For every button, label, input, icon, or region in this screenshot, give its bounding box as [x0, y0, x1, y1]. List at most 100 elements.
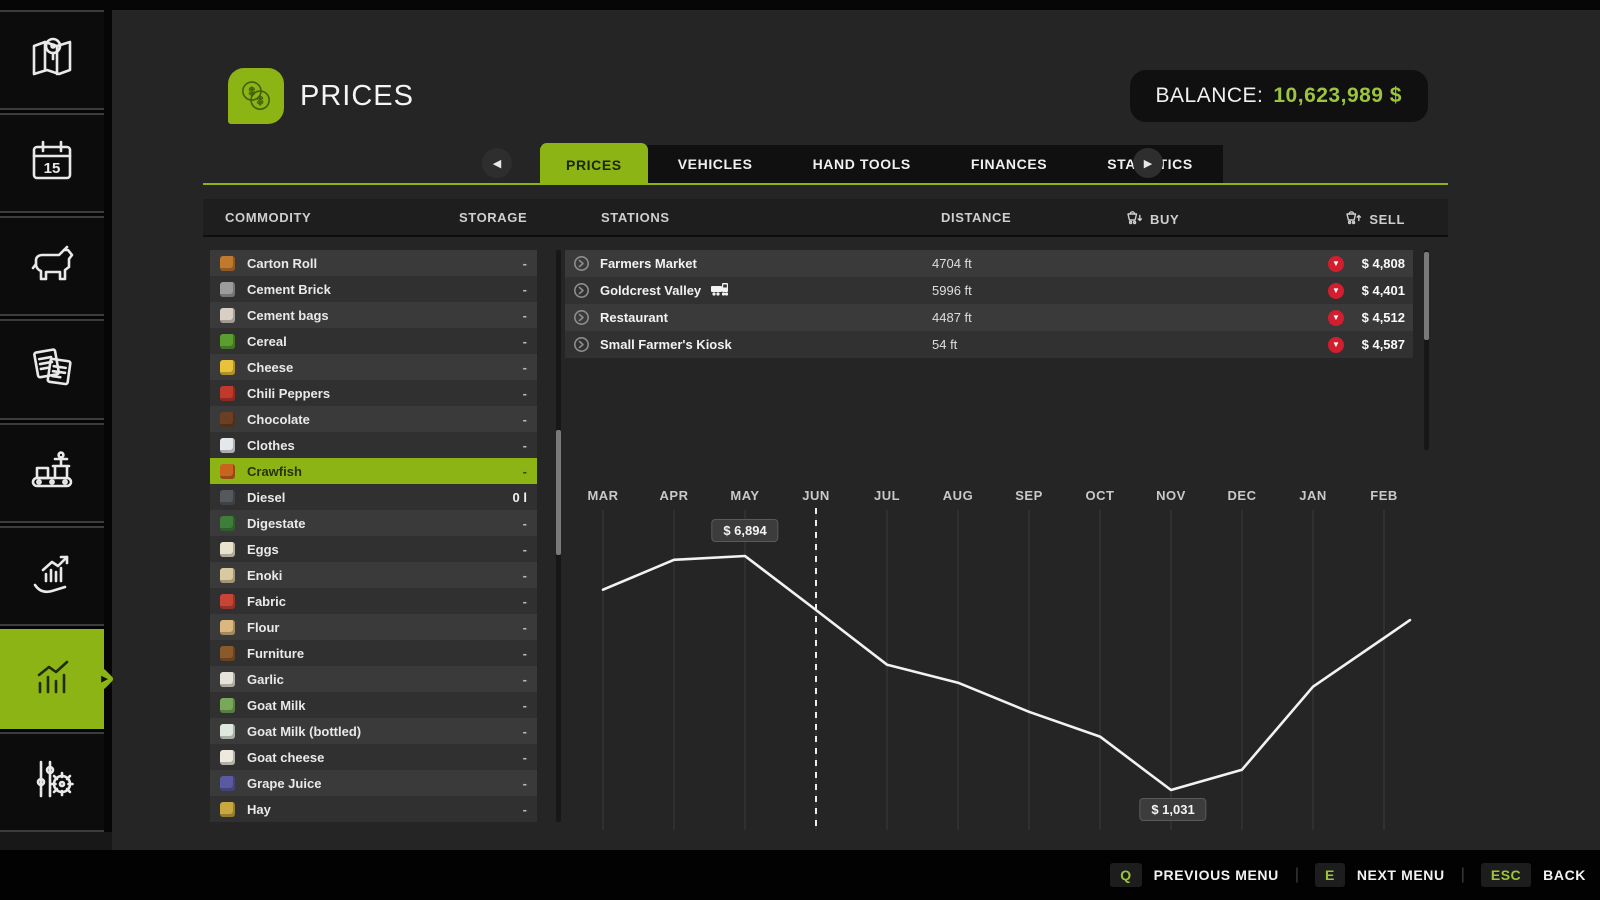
- commodity-label: Goat cheese: [247, 750, 324, 765]
- month-label-apr: APR: [660, 488, 689, 503]
- commodity-storage-value: -: [523, 360, 527, 375]
- commodity-row-crawfish[interactable]: Crawfish-: [210, 458, 537, 484]
- tab-finances[interactable]: FINANCES: [941, 145, 1077, 183]
- tab-vehicles[interactable]: VEHICLES: [648, 145, 783, 183]
- tabs-prev-button[interactable]: ◀: [482, 148, 512, 178]
- sidebar-item-prices[interactable]: ▶: [0, 629, 104, 729]
- commodity-row-furniture[interactable]: Furniture -: [210, 640, 537, 666]
- tab-prices[interactable]: PRICES: [540, 143, 648, 185]
- station-marker-icon: [573, 282, 590, 299]
- sidebar-item-animals[interactable]: [0, 216, 104, 316]
- commodity-label: Furniture: [247, 646, 304, 661]
- station-name: Goldcrest Valley: [600, 282, 932, 299]
- commodity-row-goat-milk-bottled[interactable]: Goat Milk (bottled)-: [210, 718, 537, 744]
- station-scrollbar-thumb[interactable]: [1424, 252, 1429, 340]
- tab-hand-tools[interactable]: HAND TOOLS: [783, 145, 941, 183]
- station-row-small-farmer-s-kiosk[interactable]: Small Farmer's Kiosk54 ft▼$ 4,587: [565, 331, 1413, 358]
- back-label[interactable]: BACK: [1543, 867, 1586, 883]
- sell-cart-icon: [1345, 210, 1362, 228]
- station-row-farmers-market[interactable]: Farmers Market4704 ft▼$ 4,808: [565, 250, 1413, 277]
- commodity-storage-value: -: [523, 334, 527, 349]
- sidebar-gap: [104, 10, 112, 832]
- map-icon: [24, 30, 80, 91]
- tab-underline: [203, 183, 1448, 185]
- commodity-row-chocolate[interactable]: Chocolate-: [210, 406, 537, 432]
- commodity-label: Digestate: [247, 516, 306, 531]
- balance-label: BALANCE:: [1156, 84, 1264, 108]
- column-storage: STORAGE: [459, 210, 527, 225]
- commodity-label: Cement Brick: [247, 282, 331, 297]
- svg-text:$: $: [249, 86, 255, 98]
- digestate-icon: [220, 516, 235, 531]
- garlic-icon: [220, 672, 235, 687]
- prices-chart-icon: [24, 648, 80, 709]
- commodity-row-goat-milk[interactable]: Goat Milk-: [210, 692, 537, 718]
- sidebar-item-settings[interactable]: [0, 732, 104, 832]
- station-sell-price: ▼$ 4,587: [1328, 337, 1405, 353]
- eggs-icon: [220, 542, 235, 557]
- tabs-next-button[interactable]: ▶: [1133, 148, 1163, 178]
- commodity-row-eggs[interactable]: Eggs-: [210, 536, 537, 562]
- commodity-row-cheese[interactable]: Cheese-: [210, 354, 537, 380]
- commodity-row-hay[interactable]: Hay-: [210, 796, 537, 822]
- sidebar-item-contracts[interactable]: [0, 319, 104, 419]
- commodity-row-flour[interactable]: Flour-: [210, 614, 537, 640]
- sidebar-item-finances[interactable]: [0, 526, 104, 626]
- commodity-label: Grape Juice: [247, 776, 321, 791]
- carton-roll-icon: [220, 256, 235, 271]
- previous-menu-label[interactable]: PREVIOUS MENU: [1154, 867, 1279, 883]
- station-distance: 54 ft: [932, 337, 1328, 352]
- station-name: Small Farmer's Kiosk: [600, 337, 932, 352]
- month-label-may: MAY: [730, 488, 759, 503]
- commodity-row-cement-brick[interactable]: Cement Brick-: [210, 276, 537, 302]
- commodity-row-chili-peppers[interactable]: Chili Peppers-: [210, 380, 537, 406]
- grape-juice-icon: [220, 776, 235, 791]
- commodity-row-grape-juice[interactable]: Grape Juice-: [210, 770, 537, 796]
- commodity-label: Hay: [247, 802, 271, 817]
- commodity-scrollbar-thumb[interactable]: [556, 430, 561, 555]
- commodity-row-cereal[interactable]: Cereal-: [210, 328, 537, 354]
- cereal-icon: [220, 334, 235, 349]
- commodity-label: Flour: [247, 620, 280, 635]
- station-list: Farmers Market4704 ft▼$ 4,808Goldcrest V…: [565, 250, 1413, 358]
- commodity-label: Garlic: [247, 672, 284, 687]
- chart-min-label: $ 1,031: [1139, 798, 1206, 821]
- station-marker-icon: [573, 255, 590, 272]
- sidebar-item-map[interactable]: [0, 10, 104, 110]
- commodity-row-garlic[interactable]: Garlic-: [210, 666, 537, 692]
- station-row-goldcrest-valley[interactable]: Goldcrest Valley5996 ft▼$ 4,401: [565, 277, 1413, 304]
- chili-peppers-icon: [220, 386, 235, 401]
- cow-icon: [24, 236, 80, 297]
- commodity-row-diesel[interactable]: Diesel0 l: [210, 484, 537, 510]
- goat-cheese-icon: [220, 750, 235, 765]
- commodity-label: Chocolate: [247, 412, 310, 427]
- commodity-storage-value: -: [523, 646, 527, 661]
- month-label-dec: DEC: [1228, 488, 1257, 503]
- commodity-row-carton-roll[interactable]: Carton Roll-: [210, 250, 537, 276]
- commodity-scrollbar[interactable]: [556, 250, 561, 822]
- station-scrollbar[interactable]: [1424, 250, 1429, 450]
- sidebar-item-production[interactable]: [0, 423, 104, 523]
- commodity-row-enoki[interactable]: Enoki-: [210, 562, 537, 588]
- price-trend-down-icon: ▼: [1328, 256, 1344, 272]
- goat-milk-bottled-icon: [220, 724, 235, 739]
- active-notch-arrow: ▶: [101, 673, 108, 684]
- hay-icon: [220, 802, 235, 817]
- balance-value: 10,623,989 $: [1273, 84, 1402, 108]
- station-row-restaurant[interactable]: Restaurant4487 ft▼$ 4,512: [565, 304, 1413, 331]
- month-label-aug: AUG: [943, 488, 973, 503]
- column-sell: SELL: [1345, 210, 1405, 228]
- crawfish-icon: [220, 464, 235, 479]
- commodity-row-clothes[interactable]: Clothes-: [210, 432, 537, 458]
- station-sell-price: ▼$ 4,512: [1328, 310, 1405, 326]
- station-distance: 4487 ft: [932, 310, 1328, 325]
- next-menu-label[interactable]: NEXT MENU: [1357, 867, 1445, 883]
- commodity-row-fabric[interactable]: Fabric-: [210, 588, 537, 614]
- sidebar-item-calendar[interactable]: 15: [0, 113, 104, 213]
- commodity-row-goat-cheese[interactable]: Goat cheese-: [210, 744, 537, 770]
- key-e: E: [1315, 863, 1345, 887]
- column-sell-label: SELL: [1369, 212, 1405, 227]
- month-label-jun: JUN: [802, 488, 830, 503]
- commodity-row-digestate[interactable]: Digestate-: [210, 510, 537, 536]
- commodity-row-cement-bags[interactable]: Cement bags-: [210, 302, 537, 328]
